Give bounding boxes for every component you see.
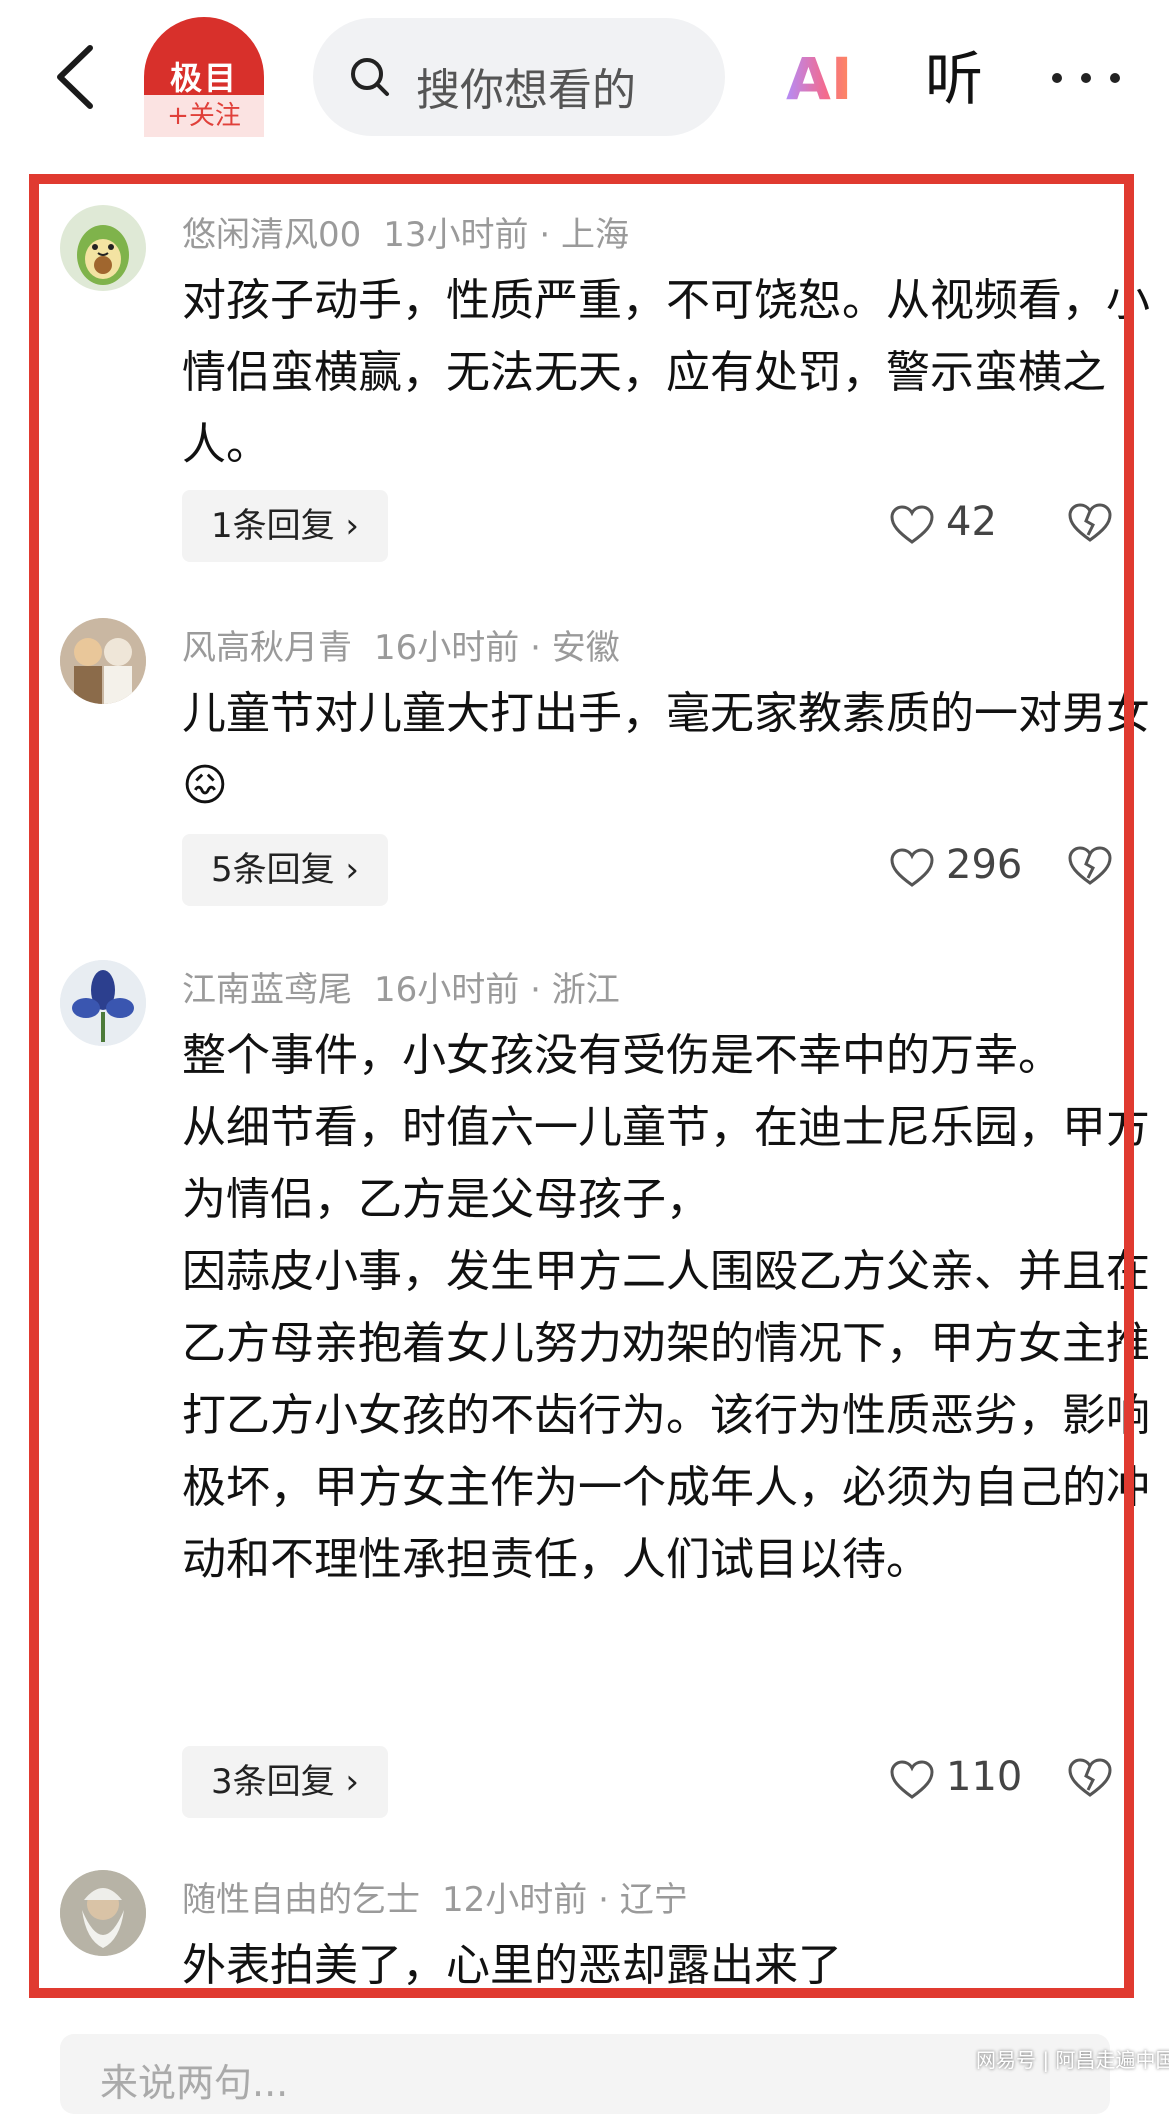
comment-time: 16小时前 <box>374 628 520 668</box>
view-replies-button[interactable]: 5条回复 › <box>182 834 388 906</box>
comment-meta: 随性自由的乞士 12小时前 · 辽宁 <box>182 1880 688 1920</box>
like-count: 110 <box>946 1754 1023 1800</box>
heart-icon <box>890 1760 934 1799</box>
comment-time: 13小时前 <box>383 215 529 255</box>
comment-time: 12小时前 <box>442 1880 588 1920</box>
heart-icon <box>890 505 934 544</box>
comment-item: 悠闲清风00 13小时前 · 上海 对孩子动手，性质严重，不可饶恕。从视频看，小情… <box>60 205 1150 575</box>
comment-item: 江南蓝鸢尾 16小时前 · 浙江 整个事件，小女孩没有受伤是不幸中的万幸。 从细节… <box>60 960 1150 1840</box>
view-replies-button[interactable]: 3条回复 › <box>182 1746 388 1818</box>
comment-input[interactable]: 来说两句... <box>60 2034 1110 2114</box>
dislike-button[interactable] <box>1068 1758 1112 1802</box>
comment-paragraph: 从细节看，时值六一儿童节，在迪士尼乐园，甲方为情侣，乙方是父母孩子， <box>182 1102 1150 1225</box>
comment-location: 安徽 <box>551 628 620 668</box>
broken-heart-icon <box>1068 1758 1112 1797</box>
dislike-button[interactable] <box>1068 846 1112 890</box>
comment-meta: 悠闲清风00 13小时前 · 上海 <box>182 215 629 255</box>
avatar[interactable] <box>60 1870 146 1956</box>
search-placeholder: 搜你想看的 <box>416 65 636 116</box>
comment-paragraph: 整个事件，小女孩没有受伤是不幸中的万幸。 <box>182 1030 1062 1081</box>
comment-meta: 江南蓝鸢尾 16小时前 · 浙江 <box>182 970 620 1010</box>
like-count: 296 <box>946 842 1023 888</box>
comment-text[interactable]: 儿童节对儿童大打出手，毫无家教素质的一对男女😖 <box>182 678 1169 822</box>
comment-location: 浙江 <box>551 970 620 1010</box>
iris-flower-avatar-icon <box>60 960 146 1046</box>
old-man-avatar-icon <box>60 1870 146 1956</box>
account-logo[interactable]: 极目 +关注 <box>144 17 264 137</box>
comment-item: 随性自由的乞士 12小时前 · 辽宁 外表拍美了，心里的恶却露出来了 <box>60 1870 1120 2000</box>
comment-text[interactable]: 外表拍美了，心里的恶却露出来了 <box>182 1930 1169 2002</box>
username[interactable]: 江南蓝鸢尾 <box>182 970 352 1010</box>
comment-input-placeholder: 来说两句... <box>100 2061 289 2105</box>
comment-text[interactable]: 整个事件，小女孩没有受伤是不幸中的万幸。 从细节看，时值六一儿童节，在迪士尼乐园… <box>182 1020 1169 1596</box>
comment-time: 16小时前 <box>374 970 520 1010</box>
username[interactable]: 随性自由的乞士 <box>182 1880 420 1920</box>
avocado-avatar-icon <box>77 225 129 285</box>
heart-icon <box>890 848 934 887</box>
avatar[interactable] <box>60 205 146 291</box>
chevron-left-icon <box>57 45 93 109</box>
comment-meta: 风高秋月青 16小时前 · 安徽 <box>182 628 620 668</box>
comment-paragraph: 因蒜皮小事，发生甲方二人围殴乙方父亲、并且在乙方母亲抱着女儿努力劝架的情况下，甲… <box>182 1246 1150 1585</box>
listen-button[interactable]: 听 <box>925 44 983 114</box>
more-icon[interactable] <box>1050 62 1122 92</box>
search-input[interactable]: 搜你想看的 <box>313 18 725 136</box>
dislike-button[interactable] <box>1068 503 1112 547</box>
avatar[interactable] <box>60 618 146 704</box>
username[interactable]: 风高秋月青 <box>182 628 352 668</box>
avatar[interactable] <box>60 960 146 1046</box>
username[interactable]: 悠闲清风00 <box>182 215 361 255</box>
search-icon <box>351 58 389 96</box>
top-bar: 极目 +关注 搜你想看的 AI 听 <box>0 0 1169 160</box>
ai-button[interactable]: AI <box>786 44 852 114</box>
comment-location: 辽宁 <box>619 1880 688 1920</box>
comment-item: 风高秋月青 16小时前 · 安徽 儿童节对儿童大打出手，毫无家教素质的一对男女😖 … <box>60 618 1150 918</box>
comment-paragraph: 对孩子动手，性质严重，不可饶恕。从视频看，小情侣蛮横赢，无法无天，应有处罚，警示… <box>182 275 1150 470</box>
broken-heart-icon <box>1068 503 1112 542</box>
comment-paragraph: 外表拍美了，心里的恶却露出来了 <box>182 1940 842 1991</box>
follow-button[interactable]: +关注 <box>144 95 264 137</box>
comment-text[interactable]: 对孩子动手，性质严重，不可饶恕。从视频看，小情侣蛮横赢，无法无天，应有处罚，警示… <box>182 265 1169 481</box>
comment-location: 上海 <box>560 215 629 255</box>
broken-heart-icon <box>1068 846 1112 885</box>
back-button[interactable] <box>48 42 108 112</box>
comment-paragraph: 儿童节对儿童大打出手，毫无家教素质的一对男女😖 <box>182 688 1150 811</box>
logo-text: 极目 <box>169 59 238 97</box>
like-count: 42 <box>946 499 997 545</box>
view-replies-button[interactable]: 1条回复 › <box>182 490 388 562</box>
cats-avatar-icon <box>60 618 146 704</box>
watermark: 网易号 | 阿昌走遍中国 <box>976 2048 1169 2072</box>
